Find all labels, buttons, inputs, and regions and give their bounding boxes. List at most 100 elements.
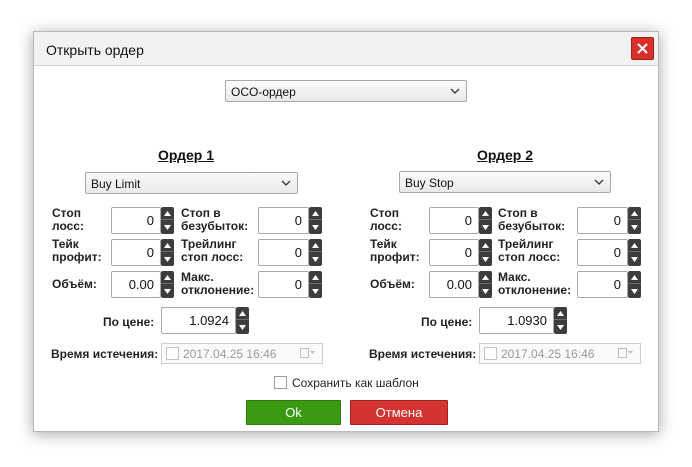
order2-expiry-value: 2017.04.25 16:46	[501, 347, 595, 361]
order1-price-input[interactable]: 1.0924	[161, 307, 236, 334]
arrow-down-icon[interactable]	[628, 221, 641, 234]
arrow-down-icon[interactable]	[628, 285, 641, 298]
order2-expiry-label: Время истечения:	[369, 347, 477, 361]
arrow-up-icon[interactable]	[309, 271, 322, 284]
arrow-up-icon[interactable]	[236, 307, 249, 320]
stepper-arrows[interactable]	[628, 271, 641, 298]
order1-volume-input[interactable]: 0.00	[111, 271, 161, 298]
order2-trailing-label: Трейлинг стоп лосс:	[498, 237, 561, 264]
order1-heading: Ордер 1	[158, 147, 214, 163]
arrow-up-icon[interactable]	[161, 207, 174, 220]
order2-type-value: Buy Stop	[405, 176, 454, 190]
stepper-arrows[interactable]	[309, 271, 322, 298]
order2-volume-label: Объём:	[370, 277, 415, 291]
order1-trailing-label: Трейлинг стоп лосс:	[181, 237, 244, 264]
save-template-label[interactable]: Сохранить как шаблон	[292, 376, 419, 390]
order-type-select[interactable]: OCO-ордер	[225, 80, 467, 102]
arrow-up-icon[interactable]	[309, 207, 322, 220]
dialog-titlebar: Открыть ордер	[34, 32, 658, 66]
stepper-arrows[interactable]	[161, 207, 174, 234]
order1-type-value: Buy Limit	[91, 177, 141, 191]
order1-max-dev-label: Макс. отклонение:	[181, 270, 255, 297]
arrow-down-icon[interactable]	[628, 253, 641, 266]
order1-volume-label: Объём:	[52, 277, 97, 291]
close-button[interactable]	[631, 37, 654, 60]
arrow-up-icon[interactable]	[161, 239, 174, 252]
order-type-value: OCO-ордер	[231, 85, 296, 99]
order2-trailing-input[interactable]: 0	[577, 239, 628, 266]
order1-stop-loss-label: Стоп лосс:	[52, 206, 84, 233]
stepper-arrows[interactable]	[554, 307, 567, 334]
order2-heading: Ордер 2	[477, 147, 533, 163]
order1-trailing-input[interactable]: 0	[258, 239, 309, 266]
order2-breakeven-input[interactable]: 0	[577, 207, 628, 234]
order1-breakeven-label: Стоп в безубыток:	[181, 206, 249, 233]
arrow-down-icon[interactable]	[309, 253, 322, 266]
order1-take-profit-label: Тейк профит:	[52, 237, 102, 264]
calendar-icon	[618, 348, 633, 358]
order2-take-profit-input[interactable]: 0	[429, 239, 479, 266]
arrow-down-icon[interactable]	[554, 321, 567, 334]
order2-price-input[interactable]: 1.0930	[479, 307, 554, 334]
arrow-up-icon[interactable]	[479, 207, 492, 220]
stepper-arrows[interactable]	[309, 239, 322, 266]
order1-expiry-label: Время истечения:	[51, 347, 159, 361]
arrow-down-icon[interactable]	[479, 285, 492, 298]
stepper-arrows[interactable]	[479, 207, 492, 234]
order1-breakeven-input[interactable]: 0	[258, 207, 309, 234]
order2-take-profit-label: Тейк профит:	[370, 237, 420, 264]
arrow-down-icon[interactable]	[161, 285, 174, 298]
arrow-down-icon[interactable]	[479, 221, 492, 234]
stepper-arrows[interactable]	[479, 271, 492, 298]
arrow-up-icon[interactable]	[309, 239, 322, 252]
stepper-arrows[interactable]	[628, 239, 641, 266]
arrow-up-icon[interactable]	[479, 239, 492, 252]
arrow-up-icon[interactable]	[628, 271, 641, 284]
calendar-icon	[300, 348, 315, 358]
order2-expiry-checkbox[interactable]	[484, 347, 497, 360]
dialog-title: Открыть ордер	[46, 42, 144, 58]
arrow-down-icon[interactable]	[479, 253, 492, 266]
stepper-arrows[interactable]	[161, 271, 174, 298]
open-order-dialog: Открыть ордер OCO-ордер Ордер 1 Buy Limi…	[33, 31, 659, 432]
order2-type-select[interactable]: Buy Stop	[399, 171, 611, 193]
arrow-up-icon[interactable]	[161, 271, 174, 284]
arrow-up-icon[interactable]	[628, 239, 641, 252]
order2-max-dev-input[interactable]: 0	[577, 271, 628, 298]
cancel-button[interactable]: Отмена	[350, 400, 448, 425]
order1-price-label: По цене:	[103, 315, 155, 329]
stepper-arrows[interactable]	[161, 239, 174, 266]
chevron-down-icon	[594, 179, 604, 185]
stepper-arrows[interactable]	[309, 207, 322, 234]
close-icon	[637, 43, 648, 54]
save-template-checkbox[interactable]	[274, 376, 287, 389]
order2-expiry-field: 2017.04.25 16:46	[479, 343, 641, 364]
order1-expiry-checkbox[interactable]	[166, 347, 179, 360]
order1-expiry-field: 2017.04.25 16:46	[161, 343, 323, 364]
order1-type-select[interactable]: Buy Limit	[85, 172, 298, 194]
order2-stop-loss-input[interactable]: 0	[429, 207, 479, 234]
arrow-up-icon[interactable]	[628, 207, 641, 220]
arrow-down-icon[interactable]	[309, 221, 322, 234]
chevron-down-icon	[281, 180, 291, 186]
chevron-down-icon	[450, 88, 460, 94]
stepper-arrows[interactable]	[628, 207, 641, 234]
order2-breakeven-label: Стоп в безубыток:	[498, 206, 566, 233]
order2-volume-input[interactable]: 0.00	[429, 271, 479, 298]
order1-expiry-value: 2017.04.25 16:46	[183, 347, 277, 361]
order2-price-label: По цене:	[421, 315, 473, 329]
arrow-up-icon[interactable]	[479, 271, 492, 284]
arrow-down-icon[interactable]	[236, 321, 249, 334]
stepper-arrows[interactable]	[236, 307, 249, 334]
order2-max-dev-label: Макс. отклонение:	[498, 270, 572, 297]
arrow-down-icon[interactable]	[309, 285, 322, 298]
stepper-arrows[interactable]	[479, 239, 492, 266]
order2-stop-loss-label: Стоп лосс:	[370, 206, 402, 233]
ok-button[interactable]: Ok	[246, 400, 341, 425]
order1-take-profit-input[interactable]: 0	[111, 239, 161, 266]
arrow-down-icon[interactable]	[161, 221, 174, 234]
arrow-up-icon[interactable]	[554, 307, 567, 320]
arrow-down-icon[interactable]	[161, 253, 174, 266]
order1-stop-loss-input[interactable]: 0	[111, 207, 161, 234]
order1-max-dev-input[interactable]: 0	[258, 271, 309, 298]
